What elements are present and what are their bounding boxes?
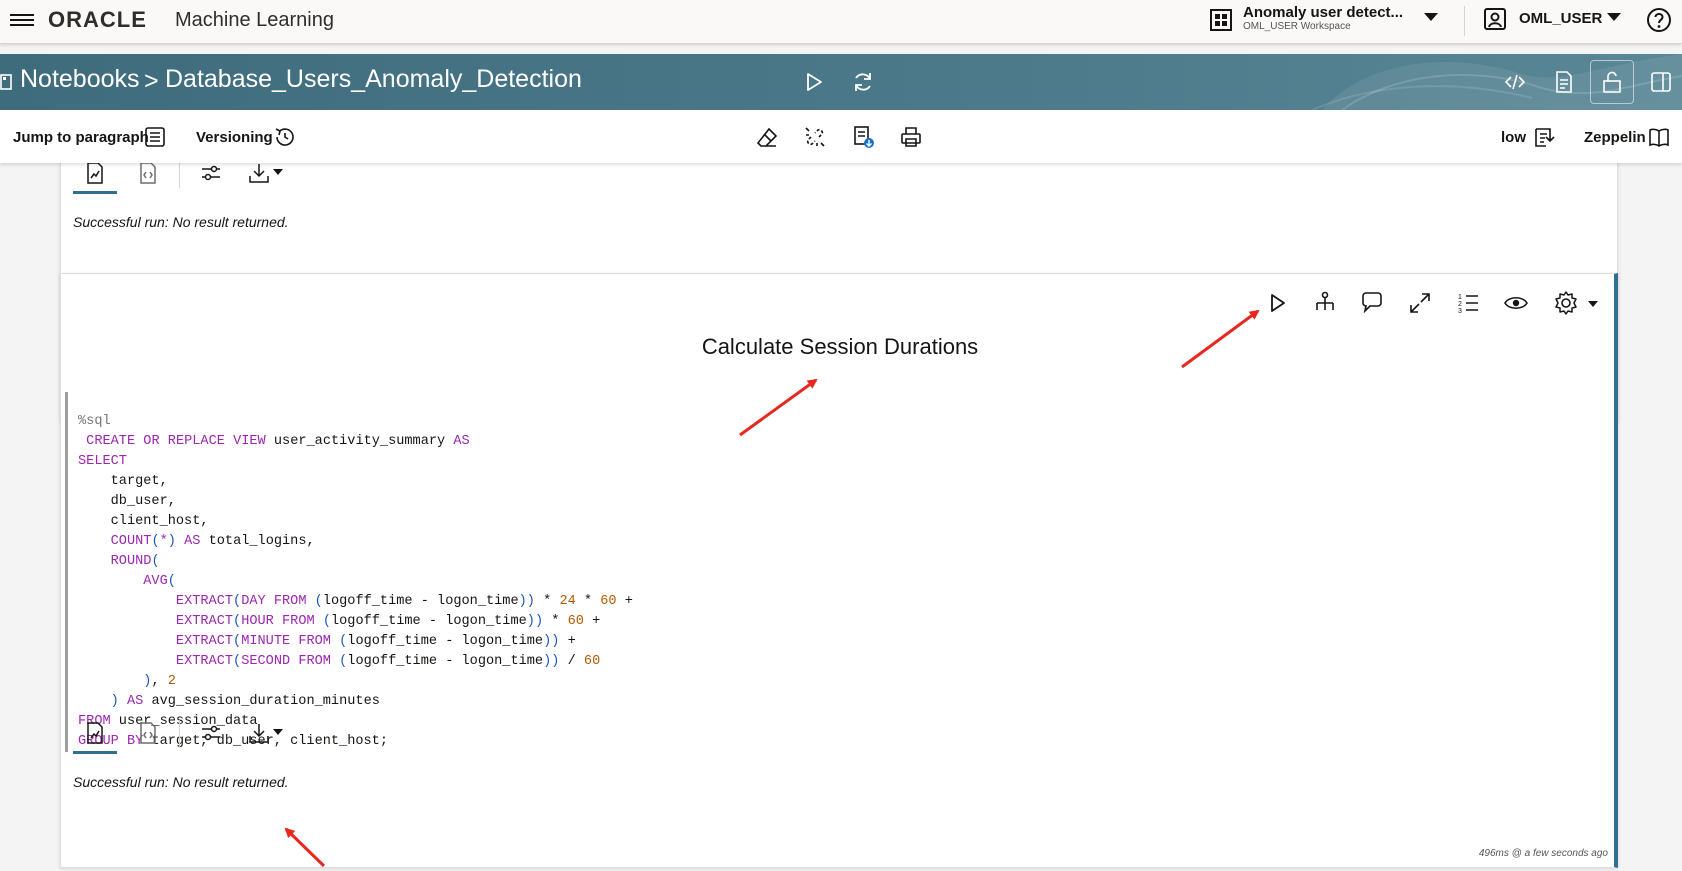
settings-caret-icon[interactable]: [1587, 290, 1599, 316]
code-line-6: client_host,: [78, 514, 209, 529]
workspace-dropdown-icon[interactable]: [1424, 13, 1438, 21]
history-icon[interactable]: [273, 125, 297, 149]
user-name[interactable]: OML_USER: [1519, 10, 1602, 27]
workspace-grid-icon[interactable]: [1210, 9, 1232, 31]
tab-code-result[interactable]: [126, 714, 170, 754]
code-line-5: db_user,: [78, 494, 176, 509]
eye-icon[interactable]: [1503, 290, 1529, 316]
side-panel-icon[interactable]: [1649, 70, 1673, 94]
notebook-banner: Notebooks > Database_Users_Anomaly_Detec…: [0, 54, 1682, 110]
code-line-7: COUNT(*) AS total_logins,: [110, 534, 315, 549]
chart-file-icon: [87, 722, 103, 744]
code-line-4: target,: [78, 474, 168, 489]
code-file-icon: [140, 722, 156, 744]
code-file-icon: [140, 163, 156, 184]
download-button[interactable]: [237, 163, 291, 194]
code-line-12: EXTRACT(MINUTE FROM (logoff_time - logon…: [175, 634, 576, 649]
import-icon[interactable]: [851, 125, 875, 149]
comment-icon[interactable]: [1359, 290, 1385, 316]
interpreter-label[interactable]: Zeppelin: [1584, 129, 1646, 146]
versioning-button[interactable]: Versioning: [196, 129, 273, 146]
svg-text:3: 3: [1458, 308, 1462, 315]
result-status: Successful run: No result returned.: [73, 214, 289, 230]
code-editor[interactable]: %sql CREATE OR REPLACE VIEW user_activit…: [65, 392, 1265, 752]
breadcrumb-separator: >: [144, 67, 159, 95]
code-line-14: ), 2: [143, 674, 176, 689]
notebook-toolbar: Jump to paragraph Versioning low Zeppeli…: [0, 110, 1682, 163]
workspace-name[interactable]: Anomaly user detect...: [1243, 4, 1403, 21]
hierarchy-icon[interactable]: [1312, 290, 1338, 316]
breadcrumb-notebooks[interactable]: Notebooks: [20, 65, 140, 94]
user-icon[interactable]: [1484, 8, 1506, 30]
expand-icon[interactable]: [1407, 290, 1433, 316]
code-line-10: EXTRACT(DAY FROM (logoff_time - logon_ti…: [175, 594, 633, 609]
settings-sliders-button[interactable]: [189, 714, 233, 754]
print-icon[interactable]: [899, 125, 923, 149]
refresh-icon[interactable]: [851, 70, 875, 94]
workspace-subtitle: OML_USER Workspace: [1243, 21, 1351, 32]
tab-divider: [179, 163, 180, 188]
svg-text:2: 2: [1458, 301, 1462, 308]
run-paragraph-icon[interactable]: [1264, 290, 1290, 316]
tab-chart-result[interactable]: [73, 714, 117, 754]
connection-label[interactable]: low: [1501, 129, 1526, 146]
code-line-11: EXTRACT(HOUR FROM (logoff_time - logon_t…: [175, 614, 601, 629]
lock-button-frame[interactable]: [1590, 60, 1634, 104]
code-line-9: AVG(: [143, 574, 176, 589]
download-caret-icon[interactable]: [273, 168, 283, 176]
notebook-content: Successful run: No result returned. 1 2 …: [0, 163, 1682, 871]
header-divider: [1464, 6, 1465, 36]
product-name: Machine Learning: [175, 9, 334, 31]
user-dropdown-icon[interactable]: [1607, 13, 1621, 21]
connection-switch-icon[interactable]: [1532, 125, 1556, 149]
gear-icon[interactable]: [1553, 290, 1579, 316]
download-button[interactable]: [237, 714, 291, 754]
settings-sliders-button[interactable]: [189, 163, 233, 194]
code-line-8: ROUND(: [110, 554, 160, 569]
notebook-title: Database_Users_Anomaly_Detection: [165, 65, 582, 93]
run-timing: 496ms @ a few seconds ago: [1478, 848, 1608, 859]
paragraph-title: Calculate Session Durations: [701, 334, 979, 359]
code-line-17: GROUP BY target, db_user, client_host;: [78, 734, 388, 749]
code-line-2: CREATE OR REPLACE VIEW user_activity_sum…: [86, 434, 470, 449]
svg-text:1: 1: [1458, 294, 1462, 301]
tab-chart-result[interactable]: [73, 163, 117, 194]
code-line-13: EXTRACT(SECOND FROM (logoff_time - logon…: [175, 654, 601, 669]
eraser-icon[interactable]: [755, 125, 779, 149]
line-numbers-icon[interactable]: 1 2 3: [1455, 290, 1481, 316]
code-line-3: SELECT: [78, 454, 127, 469]
tab-divider: [179, 720, 180, 748]
sliders-icon: [202, 165, 220, 181]
code-view-icon[interactable]: [1503, 70, 1527, 94]
unlink-icon[interactable]: [803, 125, 827, 149]
oracle-logo: ORACLE: [48, 7, 147, 32]
sliders-icon: [202, 725, 220, 741]
jump-to-paragraph-button[interactable]: Jump to paragraph: [13, 129, 149, 146]
download-icon: [249, 724, 269, 743]
list-icon[interactable]: [143, 125, 167, 149]
result-status: Successful run: No result returned.: [73, 774, 289, 790]
download-caret-icon[interactable]: [273, 728, 283, 736]
book-icon[interactable]: [1647, 125, 1671, 149]
notebook-icon: [0, 74, 12, 90]
menu-icon[interactable]: [10, 11, 34, 31]
code-line-15: ) AS avg_session_duration_minutes: [110, 694, 380, 709]
document-view-icon[interactable]: [1552, 70, 1576, 94]
help-icon[interactable]: [1646, 7, 1672, 33]
app-header: ORACLE Machine Learning Anomaly user det…: [0, 0, 1682, 44]
run-all-icon[interactable]: [802, 70, 826, 94]
tab-code-result[interactable]: [126, 163, 170, 194]
paragraph-current: 1 2 3 Calculate Session Durations %sql C…: [60, 273, 1618, 868]
chart-file-icon: [87, 163, 103, 184]
download-icon: [249, 164, 269, 183]
code-line-1: %sql: [78, 414, 111, 429]
